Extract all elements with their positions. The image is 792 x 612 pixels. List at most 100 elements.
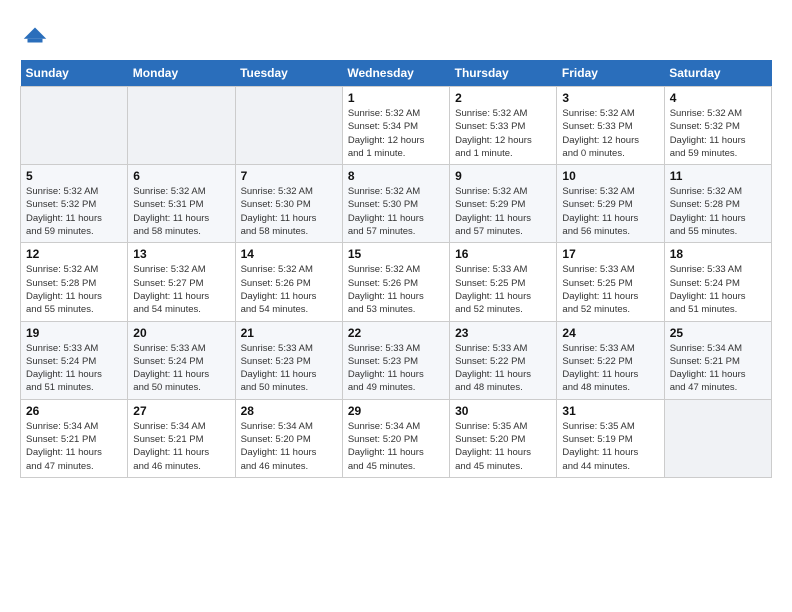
- day-number: 8: [348, 169, 444, 183]
- calendar-cell: 23 Sunrise: 5:33 AMSunset: 5:22 PMDayligh…: [450, 321, 557, 399]
- calendar-cell: 19 Sunrise: 5:33 AMSunset: 5:24 PMDayligh…: [21, 321, 128, 399]
- calendar-cell: [21, 87, 128, 165]
- day-info: Sunrise: 5:32 AMSunset: 5:34 PMDaylight:…: [348, 107, 444, 160]
- weekday-header: Wednesday: [342, 60, 449, 87]
- calendar-cell: 15 Sunrise: 5:32 AMSunset: 5:26 PMDayligh…: [342, 243, 449, 321]
- day-number: 6: [133, 169, 229, 183]
- day-info: Sunrise: 5:32 AMSunset: 5:30 PMDaylight:…: [241, 185, 337, 238]
- calendar-week: 1 Sunrise: 5:32 AMSunset: 5:34 PMDaylight…: [21, 87, 772, 165]
- day-info: Sunrise: 5:33 AMSunset: 5:25 PMDaylight:…: [562, 263, 658, 316]
- day-number: 21: [241, 326, 337, 340]
- day-info: Sunrise: 5:34 AMSunset: 5:21 PMDaylight:…: [133, 420, 229, 473]
- day-number: 13: [133, 247, 229, 261]
- day-info: Sunrise: 5:32 AMSunset: 5:31 PMDaylight:…: [133, 185, 229, 238]
- calendar-cell: [128, 87, 235, 165]
- day-number: 25: [670, 326, 766, 340]
- calendar-cell: 25 Sunrise: 5:34 AMSunset: 5:21 PMDayligh…: [664, 321, 771, 399]
- day-info: Sunrise: 5:34 AMSunset: 5:21 PMDaylight:…: [26, 420, 122, 473]
- day-info: Sunrise: 5:33 AMSunset: 5:24 PMDaylight:…: [670, 263, 766, 316]
- day-number: 9: [455, 169, 551, 183]
- day-info: Sunrise: 5:32 AMSunset: 5:27 PMDaylight:…: [133, 263, 229, 316]
- day-info: Sunrise: 5:33 AMSunset: 5:23 PMDaylight:…: [241, 342, 337, 395]
- day-number: 22: [348, 326, 444, 340]
- calendar-week: 12 Sunrise: 5:32 AMSunset: 5:28 PMDayligh…: [21, 243, 772, 321]
- calendar-cell: 12 Sunrise: 5:32 AMSunset: 5:28 PMDayligh…: [21, 243, 128, 321]
- calendar-cell: [664, 399, 771, 477]
- day-number: 27: [133, 404, 229, 418]
- day-info: Sunrise: 5:32 AMSunset: 5:32 PMDaylight:…: [26, 185, 122, 238]
- day-number: 3: [562, 91, 658, 105]
- day-number: 29: [348, 404, 444, 418]
- day-info: Sunrise: 5:33 AMSunset: 5:22 PMDaylight:…: [455, 342, 551, 395]
- day-info: Sunrise: 5:34 AMSunset: 5:20 PMDaylight:…: [241, 420, 337, 473]
- day-info: Sunrise: 5:33 AMSunset: 5:24 PMDaylight:…: [26, 342, 122, 395]
- day-number: 12: [26, 247, 122, 261]
- day-number: 16: [455, 247, 551, 261]
- calendar-cell: 27 Sunrise: 5:34 AMSunset: 5:21 PMDayligh…: [128, 399, 235, 477]
- day-info: Sunrise: 5:35 AMSunset: 5:19 PMDaylight:…: [562, 420, 658, 473]
- day-info: Sunrise: 5:33 AMSunset: 5:24 PMDaylight:…: [133, 342, 229, 395]
- calendar-cell: 21 Sunrise: 5:33 AMSunset: 5:23 PMDayligh…: [235, 321, 342, 399]
- logo-icon: [20, 20, 50, 50]
- calendar-cell: 7 Sunrise: 5:32 AMSunset: 5:30 PMDaylight…: [235, 165, 342, 243]
- calendar-cell: 5 Sunrise: 5:32 AMSunset: 5:32 PMDaylight…: [21, 165, 128, 243]
- calendar-cell: 18Sunrise: 5:33 AMSunset: 5:24 PMDayligh…: [664, 243, 771, 321]
- page-header: [20, 20, 772, 50]
- day-info: Sunrise: 5:33 AMSunset: 5:22 PMDaylight:…: [562, 342, 658, 395]
- calendar-cell: [235, 87, 342, 165]
- calendar-week: 5 Sunrise: 5:32 AMSunset: 5:32 PMDaylight…: [21, 165, 772, 243]
- day-number: 14: [241, 247, 337, 261]
- day-info: Sunrise: 5:34 AMSunset: 5:20 PMDaylight:…: [348, 420, 444, 473]
- day-info: Sunrise: 5:32 AMSunset: 5:28 PMDaylight:…: [670, 185, 766, 238]
- weekday-header: Thursday: [450, 60, 557, 87]
- day-number: 24: [562, 326, 658, 340]
- day-number: 2: [455, 91, 551, 105]
- day-info: Sunrise: 5:32 AMSunset: 5:32 PMDaylight:…: [670, 107, 766, 160]
- calendar-cell: 31 Sunrise: 5:35 AMSunset: 5:19 PMDayligh…: [557, 399, 664, 477]
- day-number: 31: [562, 404, 658, 418]
- weekday-header: Saturday: [664, 60, 771, 87]
- day-info: Sunrise: 5:32 AMSunset: 5:26 PMDaylight:…: [241, 263, 337, 316]
- calendar-cell: 3 Sunrise: 5:32 AMSunset: 5:33 PMDaylight…: [557, 87, 664, 165]
- day-info: Sunrise: 5:32 AMSunset: 5:30 PMDaylight:…: [348, 185, 444, 238]
- calendar-cell: 22 Sunrise: 5:33 AMSunset: 5:23 PMDayligh…: [342, 321, 449, 399]
- weekday-header: Friday: [557, 60, 664, 87]
- day-info: Sunrise: 5:32 AMSunset: 5:26 PMDaylight:…: [348, 263, 444, 316]
- day-number: 26: [26, 404, 122, 418]
- calendar-cell: 10 Sunrise: 5:32 AMSunset: 5:29 PMDayligh…: [557, 165, 664, 243]
- day-number: 28: [241, 404, 337, 418]
- calendar-week: 26 Sunrise: 5:34 AMSunset: 5:21 PMDayligh…: [21, 399, 772, 477]
- calendar-cell: 30 Sunrise: 5:35 AMSunset: 5:20 PMDayligh…: [450, 399, 557, 477]
- calendar-cell: 11Sunrise: 5:32 AMSunset: 5:28 PMDayligh…: [664, 165, 771, 243]
- weekday-header: Monday: [128, 60, 235, 87]
- day-number: 7: [241, 169, 337, 183]
- day-info: Sunrise: 5:35 AMSunset: 5:20 PMDaylight:…: [455, 420, 551, 473]
- day-info: Sunrise: 5:32 AMSunset: 5:29 PMDaylight:…: [562, 185, 658, 238]
- day-number: 4: [670, 91, 766, 105]
- calendar-table: SundayMondayTuesdayWednesdayThursdayFrid…: [20, 60, 772, 478]
- day-info: Sunrise: 5:32 AMSunset: 5:29 PMDaylight:…: [455, 185, 551, 238]
- calendar-cell: 17 Sunrise: 5:33 AMSunset: 5:25 PMDayligh…: [557, 243, 664, 321]
- day-number: 15: [348, 247, 444, 261]
- calendar-cell: 4 Sunrise: 5:32 AMSunset: 5:32 PMDaylight…: [664, 87, 771, 165]
- day-number: 1: [348, 91, 444, 105]
- day-number: 30: [455, 404, 551, 418]
- day-number: 5: [26, 169, 122, 183]
- day-number: 10: [562, 169, 658, 183]
- calendar-cell: 20Sunrise: 5:33 AMSunset: 5:24 PMDayligh…: [128, 321, 235, 399]
- calendar-cell: 24 Sunrise: 5:33 AMSunset: 5:22 PMDayligh…: [557, 321, 664, 399]
- calendar-cell: 13 Sunrise: 5:32 AMSunset: 5:27 PMDayligh…: [128, 243, 235, 321]
- day-number: 19: [26, 326, 122, 340]
- day-number: 23: [455, 326, 551, 340]
- calendar-cell: 9 Sunrise: 5:32 AMSunset: 5:29 PMDaylight…: [450, 165, 557, 243]
- calendar-cell: 28 Sunrise: 5:34 AMSunset: 5:20 PMDayligh…: [235, 399, 342, 477]
- calendar-cell: 1 Sunrise: 5:32 AMSunset: 5:34 PMDaylight…: [342, 87, 449, 165]
- weekday-header: Sunday: [21, 60, 128, 87]
- calendar-cell: 2Sunrise: 5:32 AMSunset: 5:33 PMDaylight…: [450, 87, 557, 165]
- day-info: Sunrise: 5:32 AMSunset: 5:33 PMDaylight:…: [562, 107, 658, 160]
- day-info: Sunrise: 5:34 AMSunset: 5:21 PMDaylight:…: [670, 342, 766, 395]
- day-info: Sunrise: 5:32 AMSunset: 5:28 PMDaylight:…: [26, 263, 122, 316]
- day-number: 17: [562, 247, 658, 261]
- calendar-cell: 29 Sunrise: 5:34 AMSunset: 5:20 PMDayligh…: [342, 399, 449, 477]
- day-info: Sunrise: 5:33 AMSunset: 5:23 PMDaylight:…: [348, 342, 444, 395]
